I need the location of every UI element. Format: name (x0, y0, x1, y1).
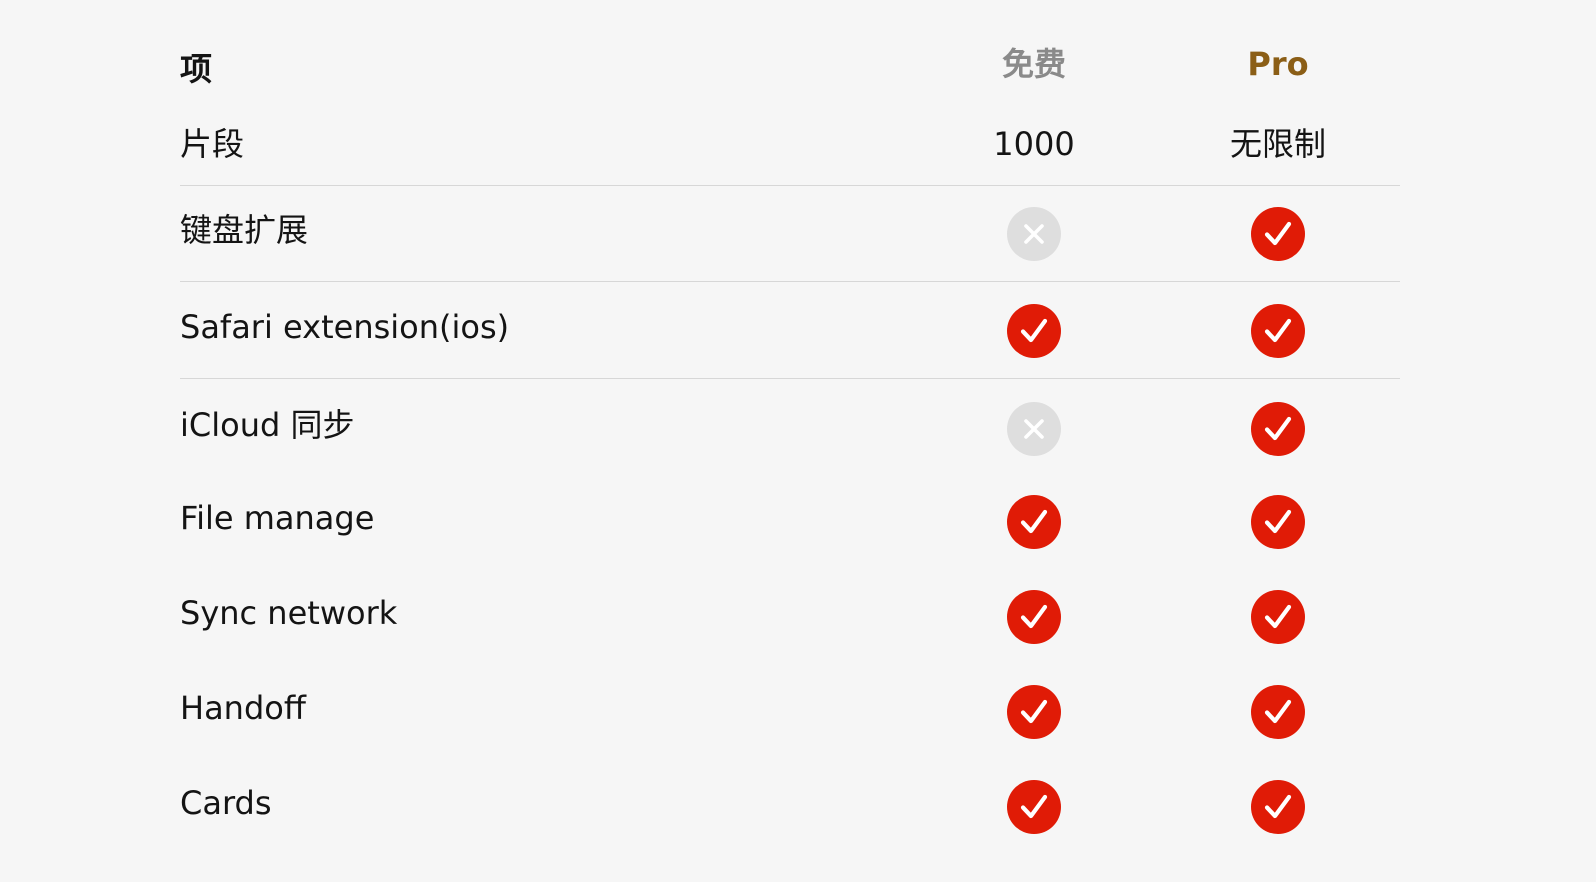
feature-row: Cards (180, 759, 1400, 855)
feature-label: Handoff (180, 689, 306, 727)
feature-label: Safari extension(ios) (180, 308, 510, 346)
free-check-icon (1007, 590, 1061, 644)
column-header-free: 免费 (1001, 45, 1066, 83)
free-check-icon (1007, 780, 1061, 834)
divider (180, 281, 1400, 282)
feature-label: File manage (180, 499, 375, 537)
segments-free-value: 1000 (993, 125, 1075, 163)
pro-check-icon (1251, 590, 1305, 644)
free-check-icon (1007, 495, 1061, 549)
feature-label: iCloud 同步 (180, 406, 355, 444)
feature-row: iCloud 同步 (180, 381, 1400, 477)
feature-row: Handoff (180, 664, 1400, 760)
feature-row: Sync network (180, 569, 1400, 665)
feature-row: Safari extension(ios) (180, 283, 1400, 379)
feature-label: 键盘扩展 (180, 211, 309, 249)
column-header-item: 项 (180, 50, 213, 88)
pro-check-icon (1251, 207, 1305, 261)
pro-check-icon (1251, 780, 1305, 834)
free-check-icon (1007, 304, 1061, 358)
free-x-icon (1007, 402, 1061, 456)
feature-row: 键盘扩展 (180, 186, 1400, 282)
segments-label: 片段 (180, 125, 245, 163)
feature-row: File manage (180, 474, 1400, 570)
free-check-icon (1007, 685, 1061, 739)
pro-check-icon (1251, 495, 1305, 549)
segments-pro-value: 无限制 (1229, 125, 1326, 163)
pro-check-icon (1251, 402, 1305, 456)
pro-check-icon (1251, 304, 1305, 358)
column-header-pro: Pro (1247, 45, 1309, 83)
free-x-icon (1007, 207, 1061, 261)
pro-check-icon (1251, 685, 1305, 739)
feature-label: Sync network (180, 594, 398, 632)
divider (180, 378, 1400, 379)
feature-label: Cards (180, 784, 272, 822)
